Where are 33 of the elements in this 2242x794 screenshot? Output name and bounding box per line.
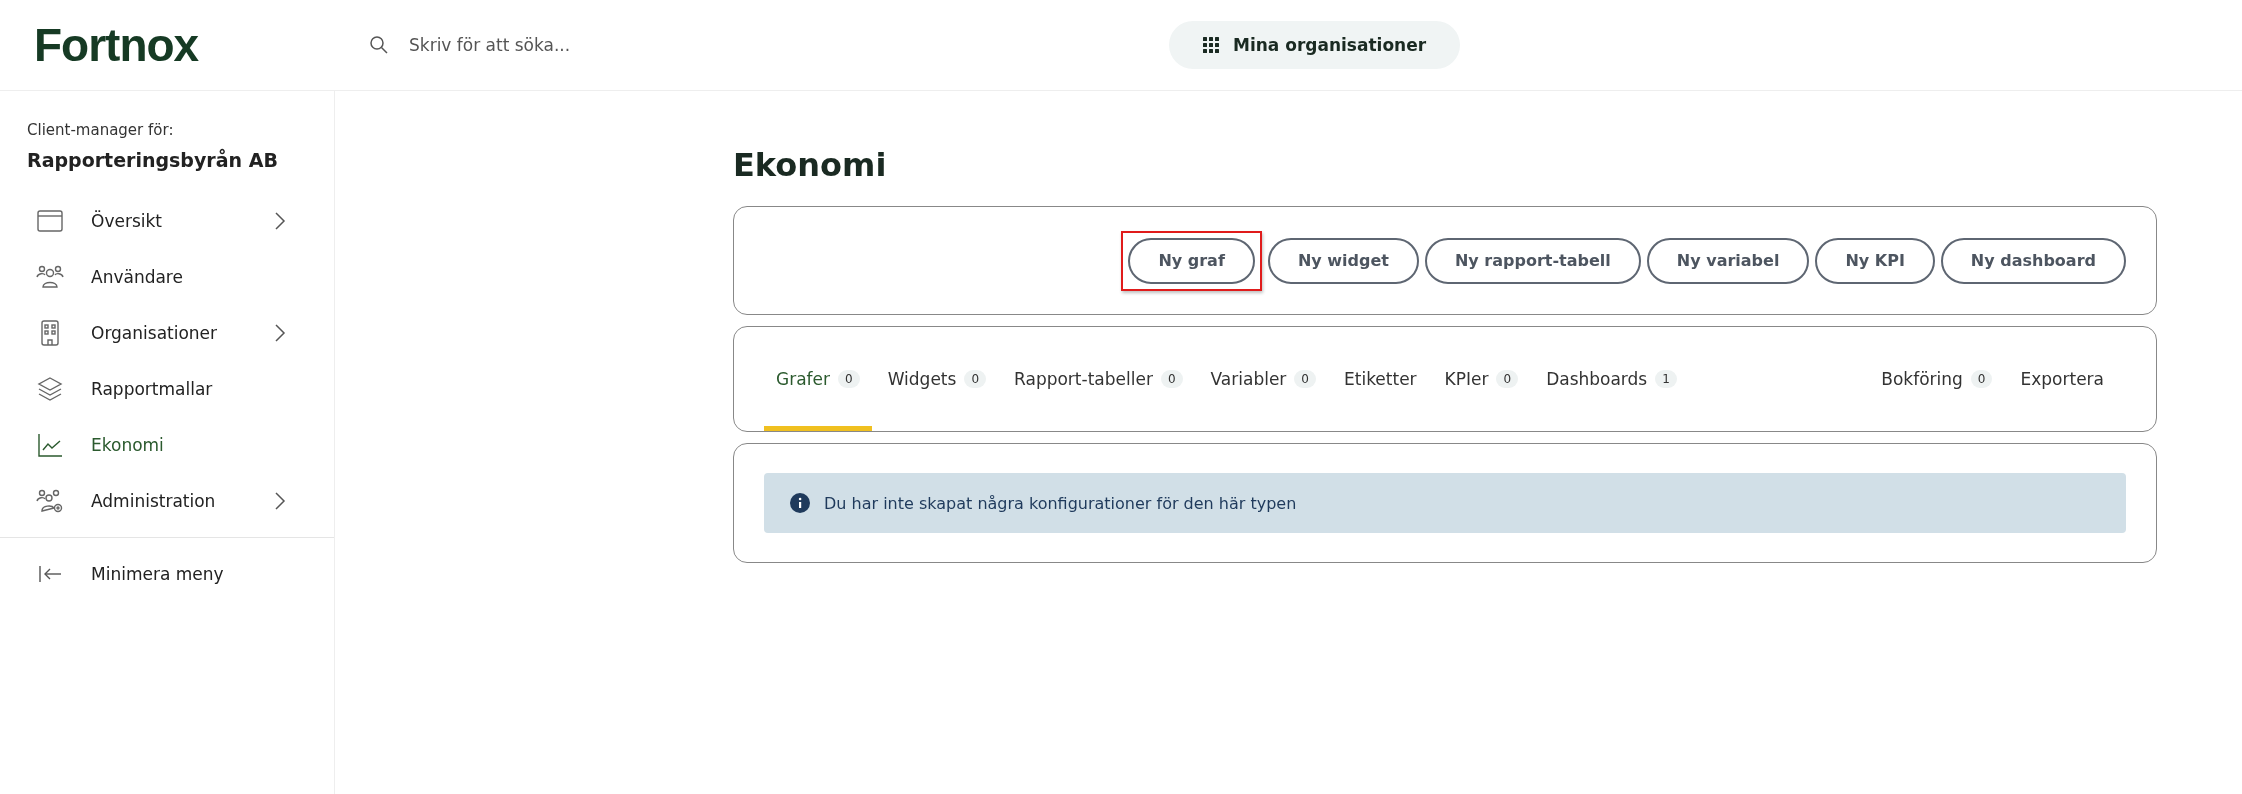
layers-icon xyxy=(35,374,65,404)
search-icon xyxy=(369,35,389,55)
organisations-button[interactable]: Mina organisationer xyxy=(1169,21,1461,69)
tab[interactable]: Bokföring 0 xyxy=(1869,327,2005,431)
tab[interactable]: Widgets 0 xyxy=(875,327,999,431)
tab[interactable]: Grafer 0 xyxy=(764,327,872,431)
page-title: Ekonomi xyxy=(733,146,888,184)
tab[interactable]: Rapport-tabeller 0 xyxy=(1002,327,1195,431)
sidebar-item[interactable]: Översikt xyxy=(0,193,334,249)
count-badge: 0 xyxy=(1294,370,1316,388)
tab[interactable]: Exportera xyxy=(2008,327,2116,431)
tab[interactable]: Etiketter xyxy=(1332,327,1429,431)
sidebar-item[interactable]: Organisationer xyxy=(0,305,334,361)
tab[interactable]: KPIer 0 xyxy=(1432,327,1531,431)
count-badge: 0 xyxy=(838,370,860,388)
tab[interactable]: Variabler 0 xyxy=(1198,327,1328,431)
count-badge: 0 xyxy=(1970,370,1993,388)
company-name: Rapporteringsbyrån AB xyxy=(26,149,279,171)
grid-icon xyxy=(1203,37,1219,53)
count-badge: 0 xyxy=(1160,370,1183,388)
count-badge: 1 xyxy=(1655,370,1677,388)
logo[interactable]: Fortnox xyxy=(34,19,199,71)
sidebar-item[interactable]: Administration xyxy=(0,473,334,529)
collapse-menu-item[interactable]: Minimera meny xyxy=(0,546,334,602)
info-message: Du har inte skapat några konfigurationer för den här typen xyxy=(824,493,1297,513)
client-caption: Client-manager för: xyxy=(26,121,175,139)
count-badge: 0 xyxy=(964,370,987,388)
tab[interactable]: Dashboards 1 xyxy=(1534,327,1689,431)
sidebar-item[interactable]: Ekonomi xyxy=(0,417,334,473)
sidebar-item[interactable]: Användare xyxy=(0,249,334,305)
sidebar-item[interactable]: Rapportmallar xyxy=(0,361,334,417)
info-icon xyxy=(790,493,810,513)
count-badge: 0 xyxy=(1496,370,1519,388)
